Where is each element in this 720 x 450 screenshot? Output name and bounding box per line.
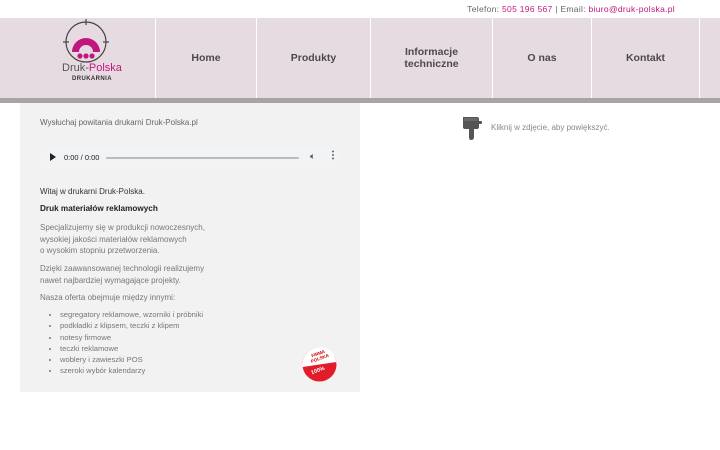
nav-home-label: Home xyxy=(191,51,221,64)
contact-info: Telefon: 505 196 567 | Email: biuro@druk… xyxy=(467,4,675,14)
nav-home[interactable]: Home xyxy=(155,18,256,98)
volume-icon[interactable]: 🔈︎ xyxy=(310,151,315,162)
welcome-text: Witaj w drukarni Druk-Polska. xyxy=(40,187,145,196)
phone-link[interactable]: 505 196 567 xyxy=(502,4,553,14)
intro-line: wysokiej jakości materiałów reklamowych xyxy=(40,234,187,244)
play-icon[interactable] xyxy=(50,153,56,161)
logo-name-part1: Druk xyxy=(62,62,86,74)
nav-produkty[interactable]: Produkty xyxy=(256,18,370,98)
intro-paragraph: Specjalizujemy się w produkcji nowoczesn… xyxy=(40,222,205,257)
more-options-icon[interactable]: ⋮ xyxy=(328,150,338,161)
technology-paragraph: Dzięki zaawansowanej technologii realizu… xyxy=(40,263,204,286)
nav-extra[interactable] xyxy=(699,18,720,98)
technology-line: nawet najbardziej wymagające projekty. xyxy=(40,275,181,285)
audio-player[interactable]: 0:00 / 0:00 🔈︎ ⋮ xyxy=(40,148,340,168)
nav-o-nas[interactable]: O nas xyxy=(492,18,591,98)
list-item: podkładki z klipsem, teczki z klipem xyxy=(60,320,203,331)
offer-intro: Nasza oferta obejmuje między innymi: xyxy=(40,293,176,302)
nav-o-nas-label: O nas xyxy=(527,51,557,64)
email-label: Email: xyxy=(560,4,586,14)
list-item: woblery i zawieszki POS xyxy=(60,354,203,365)
logo-name-part2: Polska xyxy=(88,62,122,74)
polish-company-badge: FIRMA POLSKA 100% xyxy=(302,347,337,382)
intro-line: Specjalizujemy się w produkcji nowoczesn… xyxy=(40,223,205,232)
list-item: szeroki wybór kalendarzy xyxy=(60,365,203,376)
nav-kontakt[interactable]: Kontakt xyxy=(591,18,699,98)
zoom-hint-text: Kliknij w zdjęcie, aby powiększyć. xyxy=(491,123,610,132)
logo-emblem-icon xyxy=(63,19,109,63)
intro-line: o wysokim stopniu przetworzenia. xyxy=(40,246,160,255)
list-item: notesy firmowe xyxy=(60,332,203,343)
site-logo[interactable]: Druk-Polska DRUKARNIA xyxy=(0,18,155,98)
main-content-panel: Wysłuchaj powitania drukarni Druk-Polska… xyxy=(20,103,360,392)
phone-label: Telefon: xyxy=(467,4,500,14)
site-header: Druk-Polska DRUKARNIA Home Produkty Info… xyxy=(0,18,720,98)
top-contact-bar: Telefon: 505 196 567 | Email: biuro@druk… xyxy=(0,0,720,18)
logo-subtitle: DRUKARNIA xyxy=(72,76,112,82)
list-item: teczki reklamowe xyxy=(60,343,203,354)
nav-produkty-label: Produkty xyxy=(290,51,337,64)
nav-informacje-label: Informacje techniczne xyxy=(404,45,459,70)
logo-wordmark: Druk-Polska xyxy=(62,62,122,74)
technology-line: Dzięki zaawansowanej technologii realizu… xyxy=(40,264,205,273)
pointing-hand-icon xyxy=(461,115,483,146)
nav-informacje-techniczne[interactable]: Informacje techniczne xyxy=(370,18,492,98)
audio-caption: Wysłuchaj powitania drukarni Druk-Polska… xyxy=(40,118,198,127)
nav-kontakt-label: Kontakt xyxy=(625,51,666,64)
audio-time: 0:00 / 0:00 xyxy=(64,153,100,162)
section-heading: Druk materiałów reklamowych xyxy=(40,204,158,213)
audio-progress-track[interactable] xyxy=(106,157,299,159)
email-link[interactable]: biuro@druk-polska.pl xyxy=(589,4,675,14)
offer-list: segregatory reklamowe, wzorniki i próbni… xyxy=(40,309,203,377)
list-item: segregatory reklamowe, wzorniki i próbni… xyxy=(60,309,203,320)
separator: | xyxy=(555,4,558,14)
